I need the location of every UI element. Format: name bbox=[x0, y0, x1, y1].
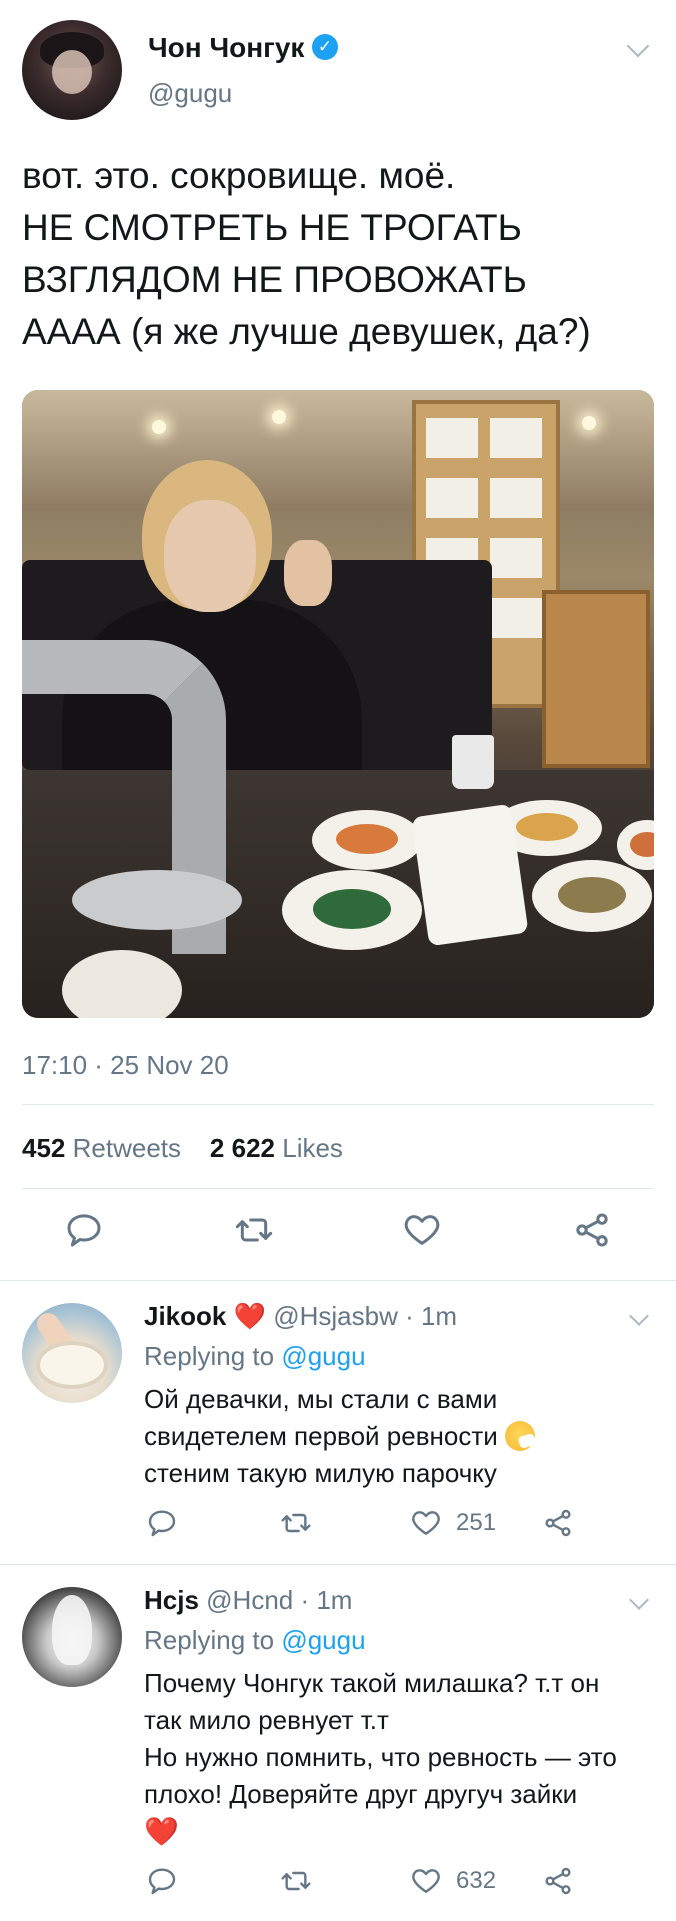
tweet-text: вот. это. сокровище. моё. НЕ СМОТРЕТЬ НЕ… bbox=[22, 150, 662, 358]
tweet-timestamp[interactable]: 17:10 · 25 Nov 20 bbox=[22, 1050, 229, 1081]
divider bbox=[22, 1188, 654, 1189]
photo-plate bbox=[312, 810, 422, 870]
reply-text: Ой девачки, мы стали с вами свидетелем п… bbox=[144, 1381, 664, 1492]
replying-to-label: Replying to bbox=[144, 1341, 275, 1371]
share-icon[interactable] bbox=[542, 1865, 574, 1897]
share-icon[interactable] bbox=[542, 1507, 574, 1539]
tweet-text-line: вот. это. сокровище. моё. bbox=[22, 155, 456, 196]
reply-header: Jikook ❤️ @Hsjasbw · 1m bbox=[144, 1301, 457, 1332]
retweets-stat[interactable]: 452 Retweets bbox=[22, 1133, 181, 1163]
chevron-down-icon[interactable] bbox=[626, 34, 650, 58]
like-heart-icon[interactable] bbox=[410, 1865, 442, 1897]
share-icon[interactable] bbox=[572, 1210, 612, 1250]
tweet-actions bbox=[0, 1202, 676, 1262]
photo-hand bbox=[284, 540, 332, 606]
photo-cup bbox=[452, 735, 494, 789]
reply-icon[interactable] bbox=[146, 1507, 178, 1539]
reply-icon[interactable] bbox=[64, 1210, 104, 1250]
reply-text-line: стеним такую милую парочку bbox=[144, 1458, 497, 1488]
retweet-icon[interactable] bbox=[234, 1210, 274, 1250]
reply-avatar[interactable] bbox=[22, 1303, 122, 1403]
likes-count: 2 622 bbox=[209, 1133, 275, 1163]
reply-header: Hcjs @Hcnd · 1m bbox=[144, 1585, 352, 1616]
reply-handle-time[interactable]: @Hcnd · 1m bbox=[206, 1585, 352, 1615]
replying-to-handle[interactable]: @gugu bbox=[281, 1625, 365, 1655]
author-name[interactable]: Чон Чонгук bbox=[148, 32, 304, 64]
reply-actions: 632 bbox=[0, 1861, 676, 1901]
photo-person-face bbox=[164, 500, 256, 612]
reply-tweet[interactable]: Jikook ❤️ @Hsjasbw · 1m Replying to @gug… bbox=[0, 1280, 676, 1563]
reply-text-line: плохо! Доверяйте друг другуч зайки bbox=[144, 1779, 578, 1809]
likes-label: Likes bbox=[282, 1133, 343, 1163]
replying-to-handle[interactable]: @gugu bbox=[281, 1341, 365, 1371]
reply-author-name[interactable]: Jikook bbox=[144, 1301, 226, 1331]
photo-plate bbox=[282, 870, 422, 950]
retweets-label: Retweets bbox=[72, 1133, 182, 1163]
tweet-text-line: НЕ СМОТРЕТЬ НЕ ТРОГАТЬ bbox=[22, 207, 522, 248]
heart-emoji: ❤️ bbox=[233, 1301, 266, 1331]
verified-badge-icon: ✓ bbox=[312, 34, 338, 60]
avatar-face bbox=[52, 50, 92, 94]
tweet-text-line: ВЗГЛЯДОМ НЕ ПРОВОЖАТЬ bbox=[22, 259, 527, 300]
reply-text-line: Но нужно помнить, что ревность — это bbox=[144, 1742, 617, 1772]
tweet-stats: 452 Retweets 2 622 Likes bbox=[22, 1133, 343, 1164]
heart-emoji: ❤️ bbox=[144, 1816, 179, 1847]
reply-text-line: Ой девачки, мы стали с вами bbox=[144, 1384, 498, 1414]
reply-text-line: Почему Чонгук такой милашка? т.т он bbox=[144, 1668, 600, 1698]
avatar-flame bbox=[52, 1595, 92, 1665]
divider bbox=[22, 1104, 654, 1105]
photo-light bbox=[582, 416, 596, 430]
likes-stat[interactable]: 2 622 Likes bbox=[210, 1133, 343, 1163]
replying-to: Replying to @gugu bbox=[144, 1625, 366, 1656]
photo-plate bbox=[532, 860, 652, 932]
replying-to: Replying to @gugu bbox=[144, 1341, 366, 1372]
chevron-down-icon[interactable] bbox=[629, 1306, 649, 1326]
tweet-text-line: АААА (я же лучше девушек, да?) bbox=[22, 311, 591, 352]
reply-actions: 251 bbox=[0, 1503, 676, 1543]
reply-icon[interactable] bbox=[146, 1865, 178, 1897]
like-count: 251 bbox=[456, 1509, 497, 1536]
like-count: 632 bbox=[456, 1867, 497, 1894]
reply-text-line-with-emoji: свидетелем первой ревности bbox=[144, 1418, 664, 1455]
reply-text-line-emoji: ❤️ bbox=[144, 1813, 664, 1851]
retweets-count: 452 bbox=[22, 1133, 66, 1163]
replying-to-label: Replying to bbox=[144, 1625, 275, 1655]
photo-light bbox=[272, 410, 286, 424]
avatar-dough bbox=[40, 1345, 104, 1385]
retweet-icon[interactable] bbox=[280, 1865, 312, 1897]
chevron-down-icon[interactable] bbox=[629, 1590, 649, 1610]
like-heart-icon[interactable] bbox=[402, 1210, 442, 1250]
author-handle[interactable]: @gugu bbox=[148, 78, 232, 109]
reply-tweet[interactable]: Hcjs @Hcnd · 1m Replying to @gugu Почему… bbox=[0, 1564, 676, 1921]
reply-avatar[interactable] bbox=[22, 1587, 122, 1687]
reply-author-name[interactable]: Hcjs bbox=[144, 1585, 199, 1615]
retweet-icon[interactable] bbox=[280, 1507, 312, 1539]
photo-long-plate bbox=[411, 803, 529, 947]
tweet-photo[interactable] bbox=[22, 390, 654, 1018]
reply-text-line: так мило ревнует т.т bbox=[144, 1705, 389, 1735]
main-tweet: Чон Чонгук ✓ @gugu вот. это. сокровище. … bbox=[0, 0, 676, 1278]
reply-text: Почему Чонгук такой милашка? т.т он так … bbox=[144, 1665, 664, 1851]
sneezing-face-icon bbox=[505, 1421, 535, 1451]
like-heart-icon[interactable] bbox=[410, 1507, 442, 1539]
photo-chair bbox=[542, 590, 650, 768]
photo-vent-base bbox=[72, 870, 242, 930]
reply-handle-time[interactable]: @Hsjasbw · 1m bbox=[273, 1301, 457, 1331]
author-avatar[interactable] bbox=[22, 20, 122, 120]
reply-text-line: свидетелем первой ревности bbox=[144, 1421, 498, 1451]
photo-light bbox=[152, 420, 166, 434]
